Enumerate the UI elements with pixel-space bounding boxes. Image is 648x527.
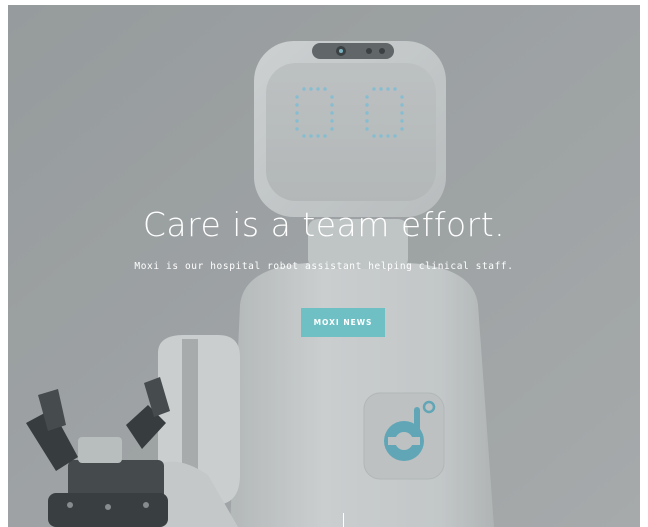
scroll-indicator[interactable] [343, 513, 344, 527]
hero-subtext: Moxi is our hospital robot assistant hel… [134, 261, 514, 272]
hero-headline: Care is a team effort. [142, 205, 506, 244]
moxi-news-button[interactable]: MOXI NEWS [301, 308, 385, 337]
hero-section: Care is a team effort. Moxi is our hospi… [8, 5, 640, 527]
